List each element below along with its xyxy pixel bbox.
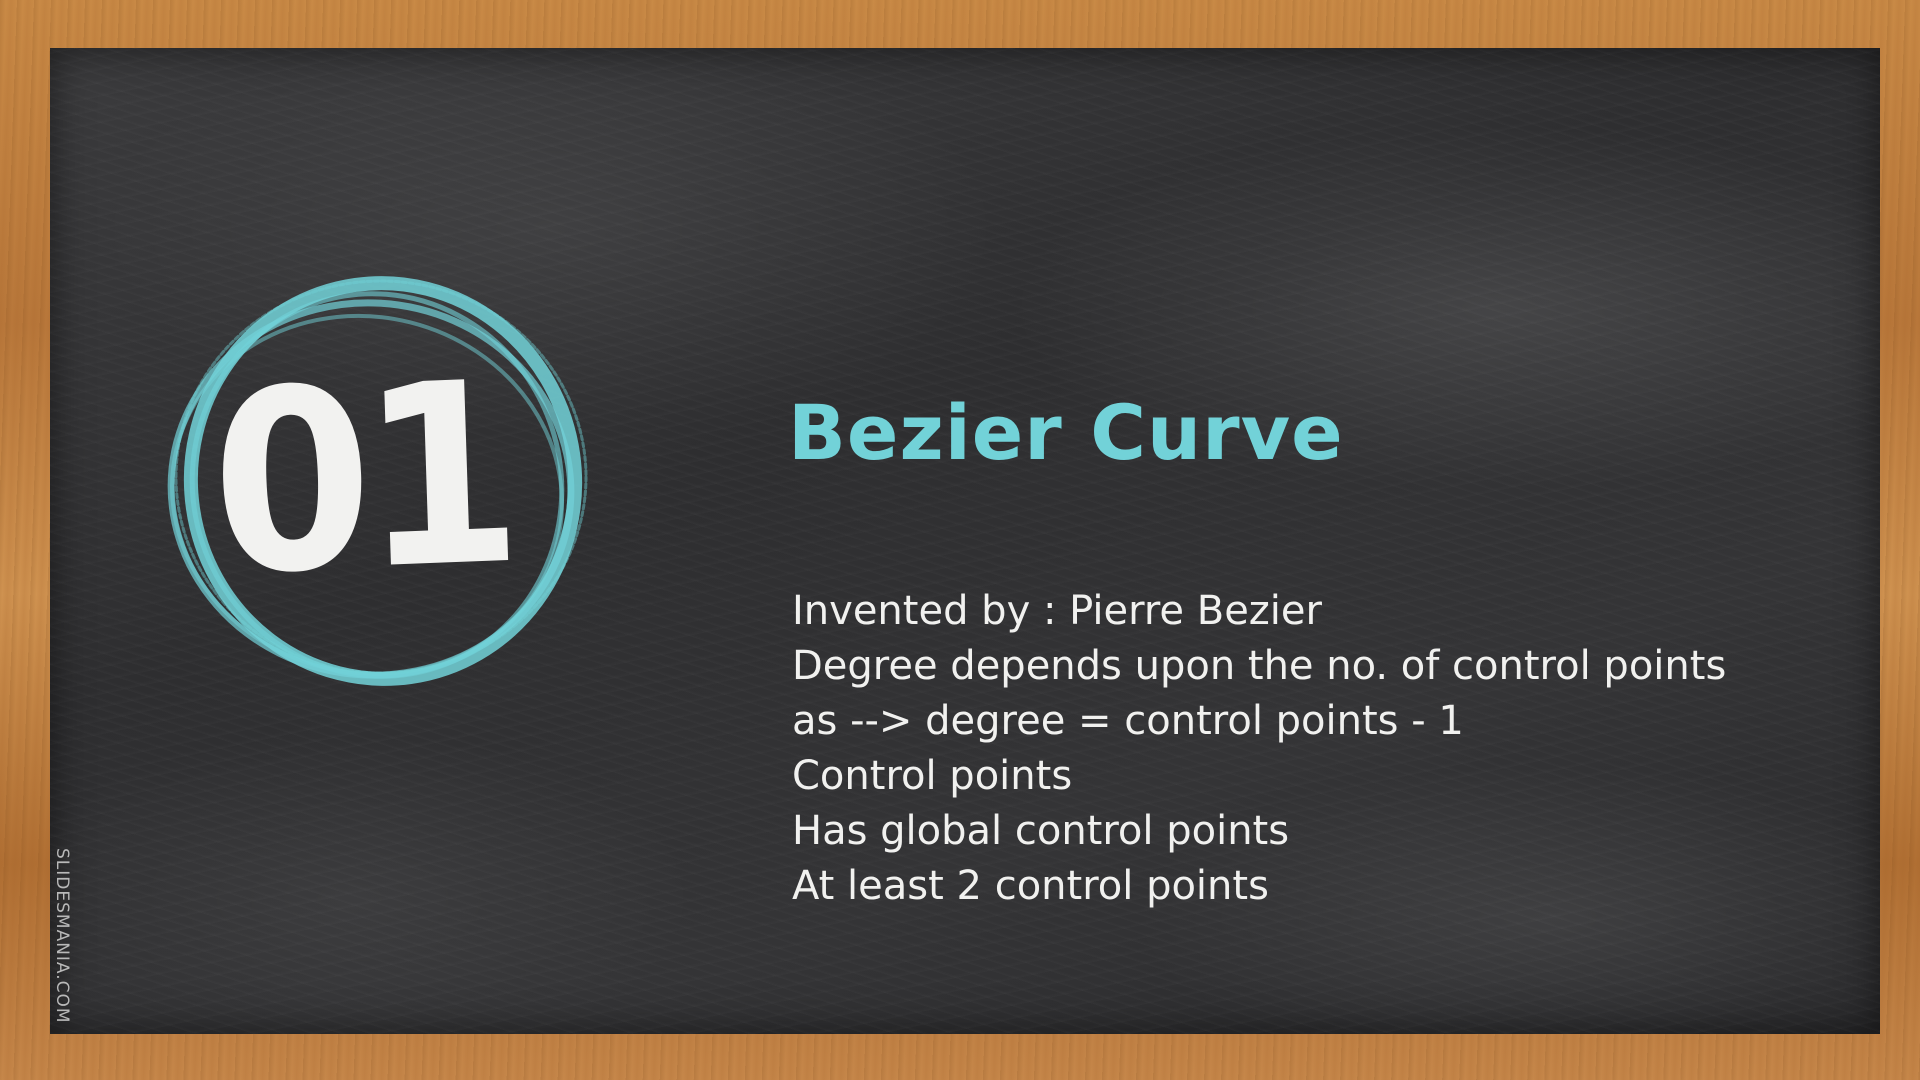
number-badge: 01 (145, 263, 605, 693)
list-item: as --> degree = control points - 1 (792, 698, 1464, 744)
bullet-list: Invented by : Pierre Bezier Degree depen… (792, 584, 1726, 914)
watermark: SLIDESMANIA.COM (50, 848, 74, 1024)
list-item: Control points (792, 753, 1073, 799)
list-item: At least 2 control points (792, 863, 1269, 909)
slide-title: Bezier Curve (788, 388, 1344, 477)
chalkboard: 01 Bezier Curve Invented by : Pierre Bez… (50, 48, 1880, 1034)
slide-number: 01 (207, 327, 515, 630)
list-item: Invented by : Pierre Bezier (792, 588, 1322, 634)
list-item: Has global control points (792, 808, 1290, 854)
wooden-frame: 01 Bezier Curve Invented by : Pierre Bez… (0, 0, 1920, 1080)
list-item: Degree depends upon the no. of control p… (792, 643, 1727, 689)
watermark-text: SLIDESMANIA.COM (52, 848, 72, 1024)
